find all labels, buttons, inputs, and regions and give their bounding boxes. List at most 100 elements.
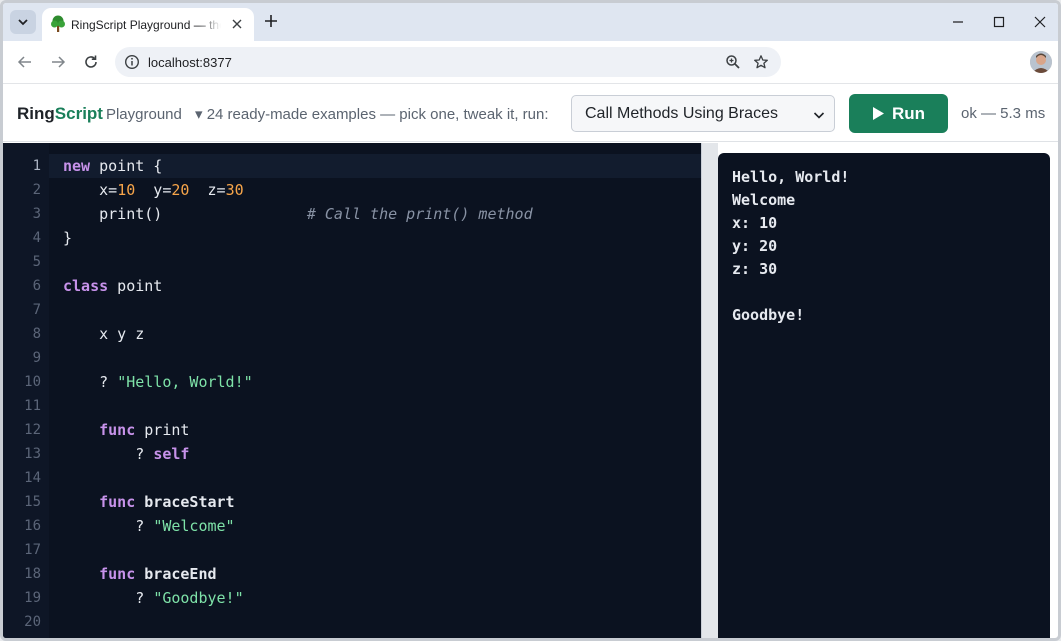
example-select-value: Call Methods Using Braces	[585, 105, 778, 122]
output-line: x: 10	[732, 214, 778, 232]
tree-icon	[51, 15, 65, 32]
browser-window: RingScript Playground — the Ring localho…	[0, 0, 1061, 641]
code-line[interactable]: ? "Hello, World!"	[63, 370, 253, 394]
line-number: 1	[32, 158, 41, 174]
line-number: 16	[24, 518, 41, 534]
line-number: 2	[32, 182, 41, 198]
code-line[interactable]: print() # Call the print() method	[63, 202, 533, 226]
code-line[interactable]: ? "Goodbye!"	[63, 586, 244, 610]
output-line: y: 20	[732, 237, 778, 255]
code-token: point	[108, 277, 163, 295]
string-token: "Welcome"	[153, 517, 235, 535]
example-select[interactable]: Call Methods Using Braces	[571, 95, 835, 132]
line-number: 9	[32, 350, 41, 366]
line-number: 17	[24, 542, 41, 558]
code-line[interactable]: func print	[63, 418, 189, 442]
pane-splitter[interactable]	[701, 143, 718, 638]
line-number: 13	[24, 446, 41, 462]
code-line[interactable]: }	[63, 226, 72, 250]
comment-token: # Call the print() method	[306, 205, 533, 223]
profile-avatar[interactable]	[1030, 51, 1052, 73]
brand-main: Ring	[17, 104, 55, 123]
chevron-down-icon	[813, 112, 825, 119]
keyword-token: self	[153, 445, 190, 463]
code-token: ?	[63, 517, 154, 535]
code-token: point {	[90, 157, 163, 175]
keyword-token: class	[63, 277, 109, 295]
line-number: 6	[32, 278, 41, 294]
line-number: 15	[24, 494, 41, 510]
line-number: 5	[32, 254, 41, 270]
code-token: x y z	[63, 325, 145, 343]
line-number: 3	[32, 206, 41, 222]
close-icon[interactable]	[230, 17, 244, 31]
browser-toolbar: localhost:8377	[3, 41, 1058, 84]
code-line[interactable]: func braceStart	[63, 490, 235, 514]
code-line[interactable]: x=10 y=20 z=30	[63, 178, 244, 202]
keyword-token: func	[99, 493, 136, 511]
reload-icon[interactable]	[83, 54, 99, 70]
line-number: 14	[24, 470, 41, 486]
code-line[interactable]: new point {	[63, 154, 162, 178]
tab-title: RingScript Playground — the Ring	[71, 18, 221, 32]
line-number: 18	[24, 566, 41, 582]
code-line[interactable]: x y z	[63, 322, 144, 346]
string-token: "Hello, World!"	[117, 373, 253, 391]
identifier-token: braceEnd	[135, 565, 217, 583]
window-close-icon[interactable]	[1032, 14, 1048, 30]
address-bar[interactable]: localhost:8377	[115, 47, 781, 77]
chevron-down-icon	[18, 19, 28, 26]
number-token: 30	[225, 181, 244, 199]
code-token: ?	[63, 589, 154, 607]
brand-subtitle: Playground	[105, 106, 182, 123]
app-logo: RingScript Playground	[17, 104, 182, 124]
keyword-token: func	[99, 565, 136, 583]
code-area[interactable]: new point { x=10 y=20 z=30 print() # Cal…	[49, 143, 701, 638]
code-token: }	[63, 229, 73, 247]
code-line[interactable]: ? "Welcome"	[63, 514, 235, 538]
back-icon[interactable]	[17, 54, 33, 70]
line-number: 19	[24, 590, 41, 606]
info-icon[interactable]	[124, 54, 140, 70]
output-line: Welcome	[732, 191, 796, 209]
code-line[interactable]: func braceEnd	[63, 562, 217, 586]
forward-icon[interactable]	[50, 54, 66, 70]
run-button[interactable]: Run	[849, 94, 948, 133]
minimize-icon[interactable]	[950, 14, 966, 30]
code-editor[interactable]: 1 2 3 4 5 6 7 8 9 10 11 12 13 14 15 16 17 18 19 20 new poin…	[3, 143, 701, 638]
keyword-token: func	[99, 421, 136, 439]
code-line[interactable]: class point	[63, 274, 162, 298]
run-button-label: Run	[891, 103, 926, 123]
maximize-icon[interactable]	[991, 14, 1007, 30]
code-token: z=	[189, 181, 226, 199]
url-text: localhost:8377	[148, 55, 232, 70]
identifier-token: braceStart	[135, 493, 235, 511]
examples-hint: ▾ 24 ready-made examples — pick one, twe…	[195, 106, 549, 123]
app-header: RingScript Playground ▾ 24 ready-made exa…	[3, 85, 1058, 142]
output-line: Goodbye!	[732, 306, 805, 324]
bookmark-star-icon[interactable]	[753, 54, 769, 70]
person-icon	[1030, 51, 1052, 73]
number-token: 20	[171, 181, 190, 199]
line-number: 7	[32, 302, 41, 318]
code-token: y=	[135, 181, 172, 199]
line-number: 10	[24, 374, 41, 390]
code-line[interactable]: ? self	[63, 442, 189, 466]
zoom-icon[interactable]	[725, 54, 741, 70]
tab-search-button[interactable]	[10, 10, 36, 34]
code-token: x=	[63, 181, 118, 199]
line-number: 11	[24, 398, 41, 414]
string-token: "Goodbye!"	[153, 589, 244, 607]
output-panel: Hello, World! Welcome x: 10 y: 20 z: 30 Goodb…	[718, 153, 1050, 638]
number-token: 10	[117, 181, 136, 199]
browser-tab[interactable]: RingScript Playground — the Ring	[42, 8, 254, 41]
run-status: ok — 5.3 ms	[961, 105, 1046, 122]
code-token: ?	[63, 445, 154, 463]
line-number-gutter: 1 2 3 4 5 6 7 8 9 10 11 12 13 14 15 16 17 18 19 20	[3, 143, 49, 638]
output-line: Hello, World!	[732, 168, 850, 186]
code-token: print()	[63, 205, 307, 223]
new-tab-icon[interactable]	[263, 13, 279, 29]
